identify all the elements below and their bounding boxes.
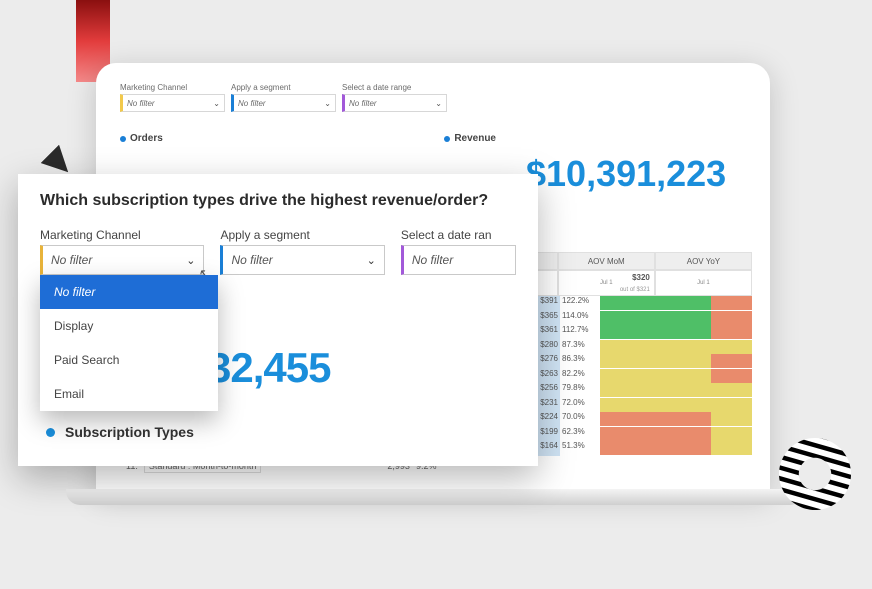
col-header[interactable]: AOV MoM [558, 252, 655, 270]
dropdown-option-no-filter[interactable]: No filter [40, 275, 218, 309]
chevron-down-icon: ⌄ [213, 99, 220, 108]
orders-big-number: 32,455 [208, 344, 330, 392]
bullet-icon [444, 136, 450, 142]
mini-filter-label: Select a date range [342, 83, 447, 92]
mini-filter-select[interactable]: No filter⌄ [342, 94, 447, 112]
filter-label: Marketing Channel [40, 228, 204, 242]
analysis-panel: Which subscription types drive the highe… [18, 174, 538, 466]
subscription-types-header: Subscription Types [46, 424, 194, 440]
panel-filter-row: Marketing Channel No filter⌄ ↖ Apply a s… [40, 228, 516, 275]
kpi-orders-label: Orders [130, 133, 163, 144]
laptop-base [66, 489, 804, 505]
marketing-channel-dropdown: No filter Display Paid Search Email [40, 275, 218, 411]
bullet-icon [120, 136, 126, 142]
segment-select[interactable]: No filter⌄ [220, 245, 384, 275]
decorative-torus [770, 429, 860, 519]
filter-label: Apply a segment [220, 228, 384, 242]
panel-title: Which subscription types drive the highe… [40, 192, 516, 210]
mini-filter-label: Marketing Channel [120, 83, 225, 92]
date-range-select[interactable]: No filter [401, 245, 516, 275]
dropdown-option-paid-search[interactable]: Paid Search [40, 343, 218, 377]
revenue-big-number: $10,391,223 [526, 153, 726, 195]
marketing-channel-select[interactable]: No filter⌄ ↖ [40, 245, 204, 275]
chevron-down-icon: ⌄ [367, 254, 376, 267]
mini-filter-bar: Marketing Channel No filter⌄ Apply a segm… [120, 83, 447, 112]
kpi-revenue-label: Revenue [454, 133, 496, 144]
col-header[interactable]: AOV YoY [655, 252, 752, 270]
mini-filter-label: Apply a segment [231, 83, 336, 92]
mini-filter-select[interactable]: No filter⌄ [231, 94, 336, 112]
kpi-row: Orders Revenue [120, 133, 746, 144]
chevron-down-icon: ⌄ [324, 99, 331, 108]
bullet-icon [46, 428, 55, 437]
chevron-down-icon: ⌄ [435, 99, 442, 108]
chevron-down-icon: ⌄ [186, 254, 195, 267]
dropdown-option-email[interactable]: Email [40, 377, 218, 411]
mini-filter-select[interactable]: No filter⌄ [120, 94, 225, 112]
filter-label: Select a date ran [401, 228, 516, 242]
dropdown-option-display[interactable]: Display [40, 309, 218, 343]
